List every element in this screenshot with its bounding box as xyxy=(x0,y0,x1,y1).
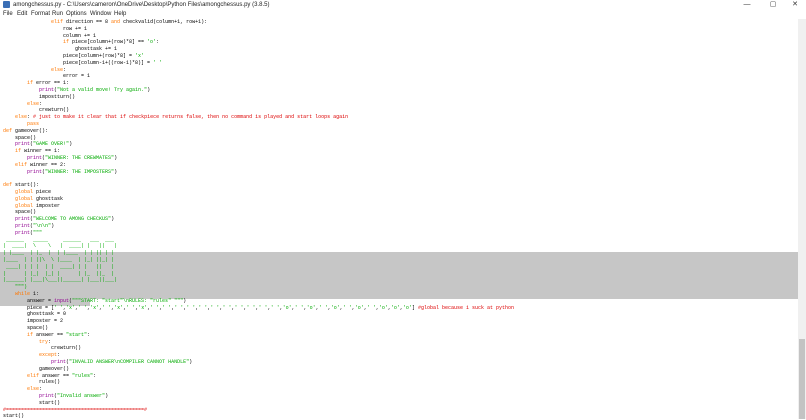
code-line: print("WINNER: THE IMPOSTERS") xyxy=(27,168,118,175)
code-line: elif direction == 8 and checkvalid(colum… xyxy=(51,19,208,25)
code-line: space() xyxy=(3,325,49,331)
code-line: piece[column-1+((row-1)*8)] = ' ' xyxy=(3,59,163,66)
code-line: ghosttask += 1 xyxy=(3,46,118,53)
code-line: pass xyxy=(27,121,40,127)
code-line: global imposter xyxy=(15,202,61,209)
text-selection xyxy=(0,252,798,299)
code-line: start() xyxy=(3,399,61,406)
code-line: piece = [' ','x',' ','x',' ','x',' ','x'… xyxy=(3,304,514,311)
code-line: |______| |___|\___||______| |___||___| xyxy=(3,277,118,284)
code-line: crewturn() xyxy=(3,345,82,352)
code-line: elif answer == "rules": xyxy=(27,372,97,379)
menu-run[interactable]: Run xyxy=(52,11,63,18)
code-line: error = 1 xyxy=(3,73,91,80)
menu-format[interactable]: Format xyxy=(31,11,50,18)
code-line: except: xyxy=(39,352,61,359)
code-line: | | |_| |_| | | |_ ||_ | xyxy=(3,270,115,277)
code-editor[interactable]: elif direction == 8 and checkvalid(colum… xyxy=(0,19,798,419)
code-line: print("Invalid answer") xyxy=(39,393,109,399)
code-line: ____| | | | | | ____| | | || | xyxy=(3,263,115,270)
code-line: if winner == 1: xyxy=(15,148,61,155)
python-idle-icon xyxy=(3,1,10,8)
code-line: print("INVALID ANSWER\nCOMPILER CANNOT H… xyxy=(51,359,193,365)
code-line: print("Not a valid move! Try again.") xyxy=(39,87,151,93)
code-line: space() xyxy=(3,134,37,141)
code-line: else: xyxy=(27,386,43,393)
code-line: #=======================================… xyxy=(3,406,148,413)
minimize-button[interactable]: — xyxy=(736,0,758,10)
menu-edit[interactable]: Edit xyxy=(17,11,27,18)
code-line: else: xyxy=(51,66,67,73)
code-line: """) xyxy=(15,284,28,291)
code-line: if error == 1: xyxy=(27,80,70,87)
scrollbar-thumb[interactable] xyxy=(799,339,805,419)
menu-options[interactable]: Options xyxy=(66,11,87,18)
code-line: rules() xyxy=(3,379,61,386)
close-button[interactable]: ✕ xyxy=(784,0,806,10)
code-line: ______ _____ ______ ___ ___ xyxy=(3,236,115,243)
code-line: row += 1 xyxy=(3,25,88,32)
maximize-button[interactable]: ▢ xyxy=(762,0,784,10)
code-line: imposter = 2 xyxy=(3,318,64,325)
code-line: crewturn() xyxy=(3,107,70,114)
code-line: print("GAME OVER!") xyxy=(15,141,73,148)
code-line: def start(): xyxy=(3,182,40,189)
code-line: print("\n\n") xyxy=(15,223,55,229)
code-line: answer = input("""START: "start"\nRULES:… xyxy=(3,297,187,304)
code-line: space() xyxy=(3,209,37,216)
code-line: def gameover(): xyxy=(3,127,49,134)
menu-help[interactable]: Help xyxy=(114,11,126,18)
code-line: ghosttask = 0 xyxy=(3,311,67,318)
code-line: | ____| \ \ | ____| | || | xyxy=(3,243,118,250)
code-line: elif winner == 2: xyxy=(15,161,67,168)
code-line: column += 1 xyxy=(3,32,97,39)
vertical-scrollbar[interactable] xyxy=(798,19,806,419)
code-line: impostturn() xyxy=(3,93,76,100)
code-line: global piece xyxy=(15,189,52,195)
code-line: else: # just to make it clear that if ch… xyxy=(15,114,349,121)
code-line: print("WELCOME TO AMONG CHECKUS") xyxy=(15,216,115,223)
code-line: if answer == "start": xyxy=(27,331,91,338)
title-bar: amongchessus.py - C:\Users\cameron\OneDr… xyxy=(0,0,806,10)
menu-window[interactable]: Window xyxy=(90,11,111,18)
window-title: amongchessus.py - C:\Users\cameron\OneDr… xyxy=(13,2,270,8)
code-line: print("WINNER: THE CREWMATES") xyxy=(27,155,118,161)
code-line: print(""" xyxy=(15,229,43,236)
code-line: gameover() xyxy=(3,365,70,372)
menu-file[interactable]: File xyxy=(3,11,13,18)
code-line: if piece[column+(row)*8] == 'o': xyxy=(63,39,160,46)
code-line: while 1: xyxy=(15,291,40,297)
code-line: | |____ | |_ | | |____ | | || | | xyxy=(3,250,115,257)
code-line: piece[column+(row)*8] = 'x' xyxy=(3,53,145,59)
code-line: |____ | | ||\ \ |____ | |_| ||_| | xyxy=(3,257,115,263)
code-line: start() xyxy=(3,413,25,420)
code-line: try: xyxy=(39,338,52,345)
code-line: global ghosttask xyxy=(15,195,64,202)
code-line: else: xyxy=(27,100,43,107)
